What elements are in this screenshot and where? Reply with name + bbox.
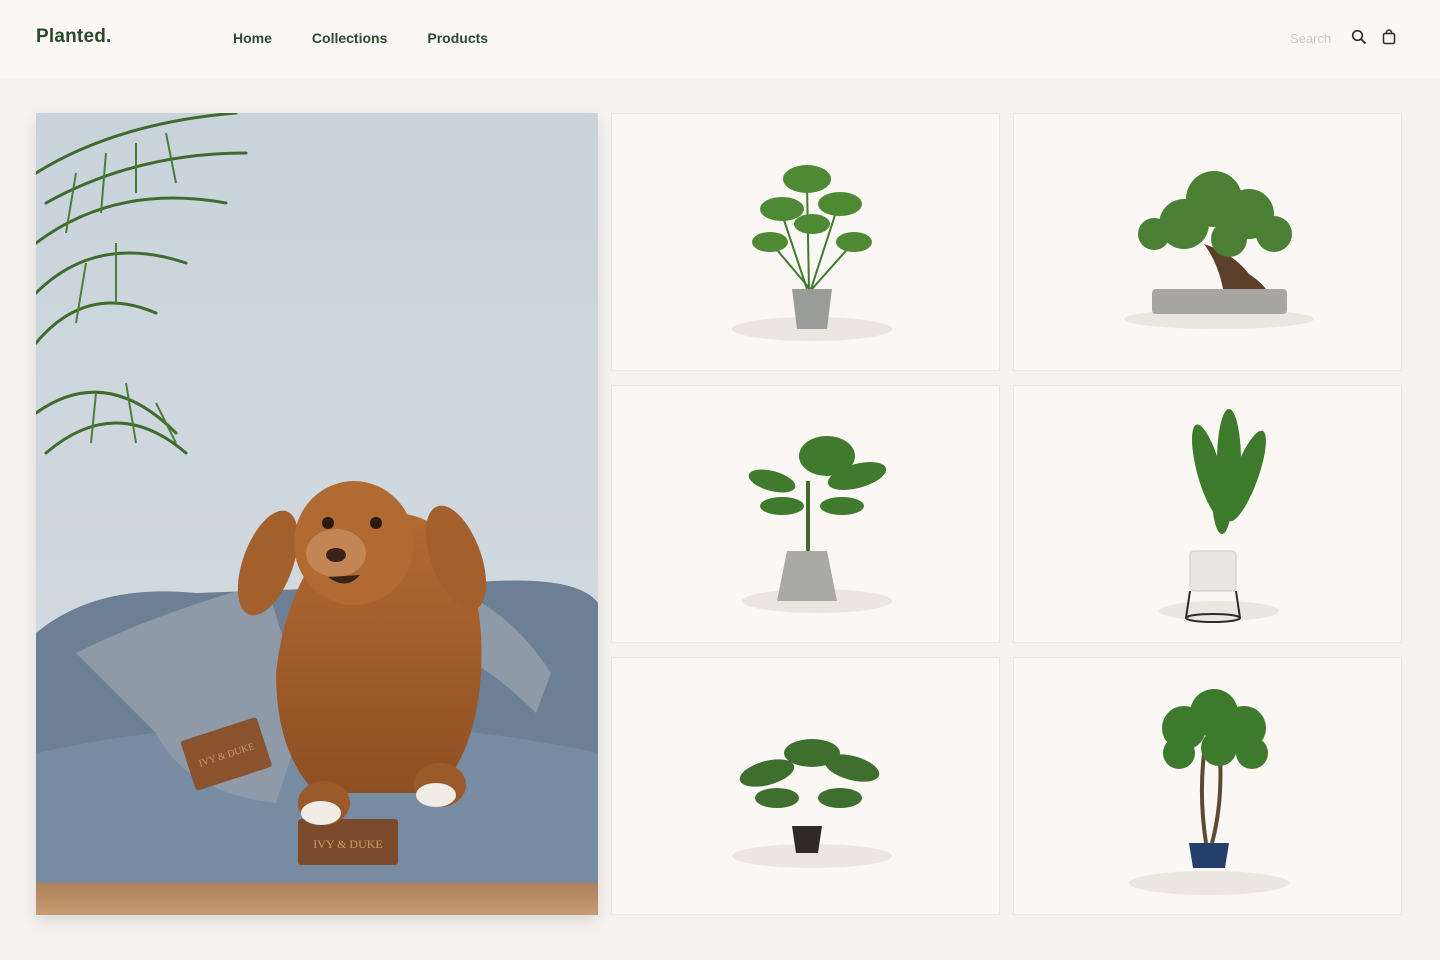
product-card[interactable]: [1013, 657, 1402, 915]
product-card[interactable]: [611, 385, 1000, 643]
brand-logo[interactable]: Planted.: [36, 26, 112, 48]
nav-link-products[interactable]: Products: [427, 30, 488, 46]
bed-label-text: IVY & DUKE: [313, 837, 383, 851]
product-image: [1129, 689, 1289, 895]
product-image: [732, 739, 892, 868]
search-icon[interactable]: [1351, 29, 1367, 45]
product-card[interactable]: [1013, 385, 1402, 643]
shopping-bag-icon[interactable]: [1381, 29, 1397, 45]
main-nav: Home Collections Products: [233, 30, 528, 46]
product-image: [742, 436, 892, 613]
search-input[interactable]: [1290, 28, 1342, 48]
product-image: [1159, 409, 1279, 623]
product-card[interactable]: [611, 113, 1000, 371]
product-image: [732, 165, 892, 341]
nav-link-home[interactable]: Home: [233, 30, 272, 46]
product-card[interactable]: [611, 657, 1000, 915]
product-image: [1124, 171, 1314, 329]
hero-illustration: IVY & DUKE IVY & DUKE: [36, 113, 598, 915]
product-card[interactable]: [1013, 113, 1402, 371]
nav-link-collections[interactable]: Collections: [312, 30, 387, 46]
site-header: Planted. Home Collections Products: [0, 0, 1440, 78]
hero-image[interactable]: IVY & DUKE IVY & DUKE: [36, 113, 598, 915]
